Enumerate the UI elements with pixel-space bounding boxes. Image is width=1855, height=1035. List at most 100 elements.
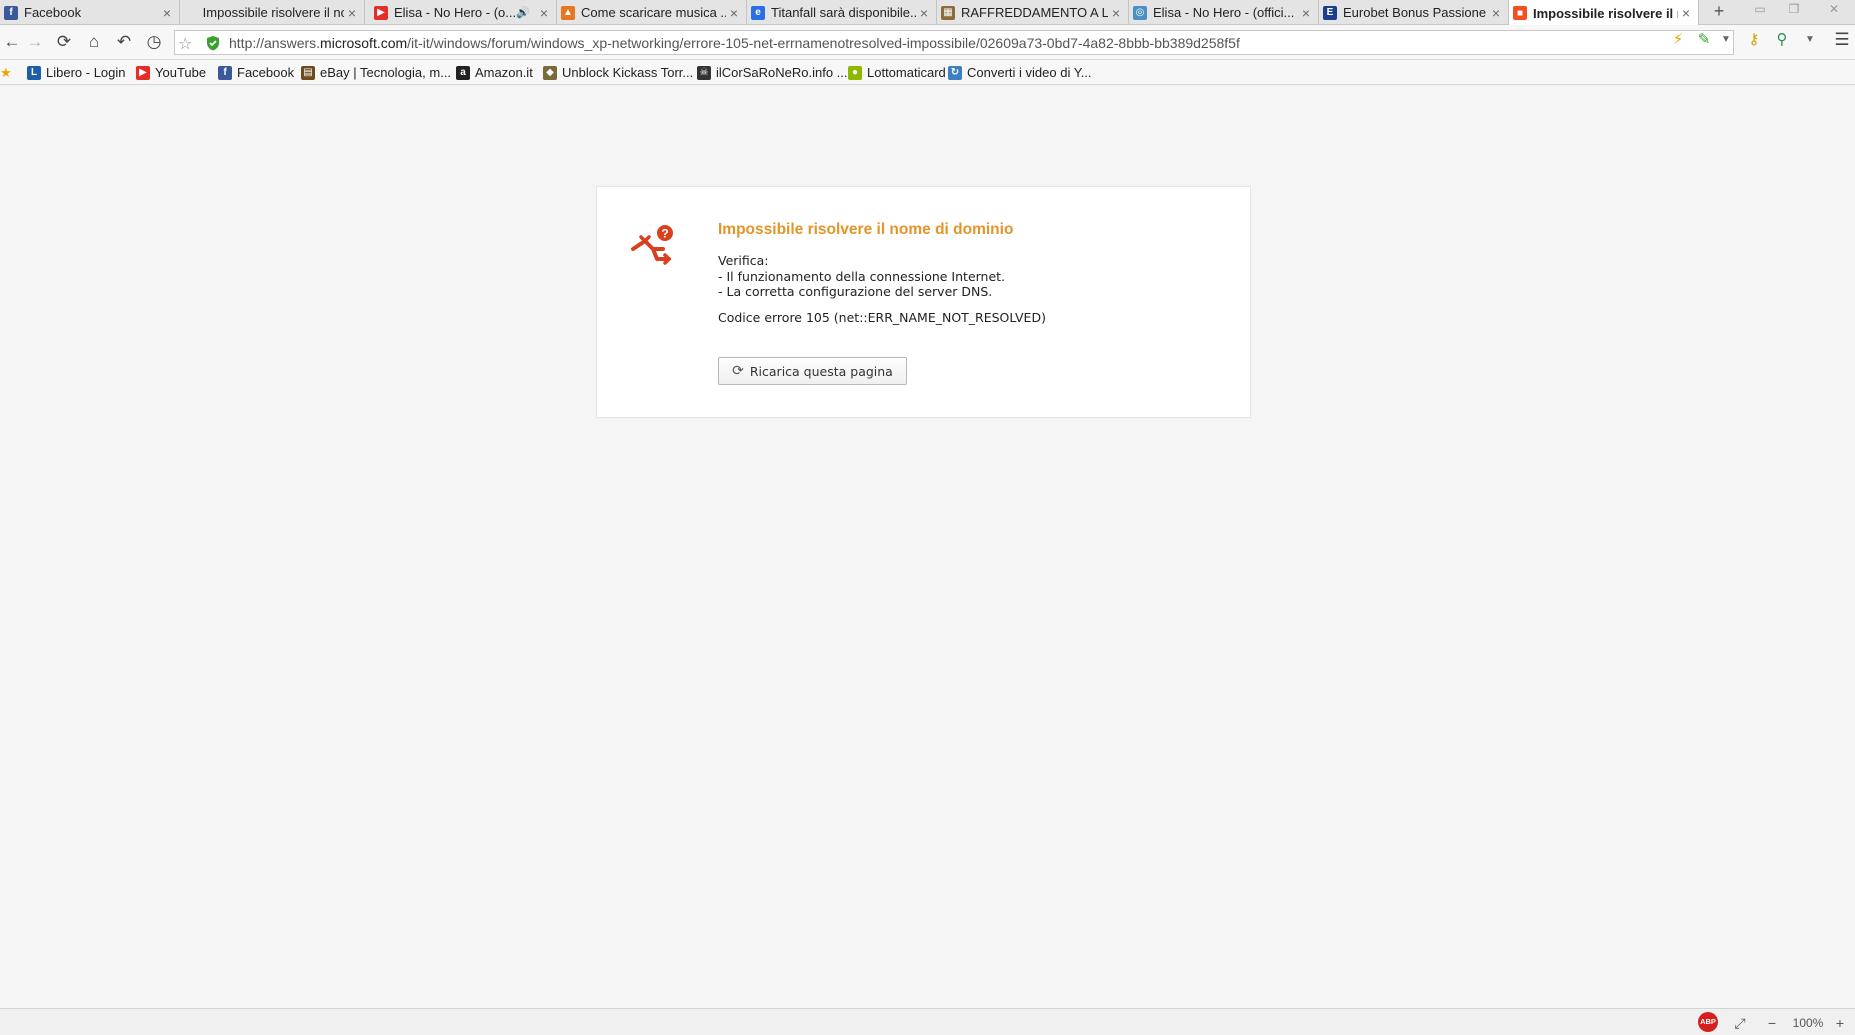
pin-extension-icon[interactable]: ✎ [1694, 30, 1714, 50]
bookmark-4[interactable]: ▤ eBay | Tecnologia, m... [301, 63, 451, 82]
bookmark-1[interactable]: L Libero - Login [27, 63, 126, 82]
menu-icon[interactable]: ☰ [1832, 30, 1852, 50]
close-tab-icon[interactable]: × [1108, 5, 1124, 21]
facebook-icon: f [4, 5, 18, 20]
bookmark-label: Facebook [237, 65, 295, 80]
close-tab-icon[interactable]: × [726, 5, 742, 21]
fullscreen-icon[interactable]: ⤢ [1730, 1014, 1750, 1032]
search-extension-icon[interactable]: ⚲ [1772, 30, 1792, 50]
bookmarks-star-icon[interactable]: ★ [0, 63, 12, 82]
tab-label: Come scaricare musica ... [581, 5, 726, 20]
close-tab-icon[interactable]: × [1488, 5, 1504, 21]
ebay-icon: ▤ [301, 65, 315, 80]
tab-2[interactable]: Impossibile risolvere il no... × [180, 0, 365, 25]
adblock-plus-icon[interactable]: ABP [1698, 1012, 1718, 1032]
globe-icon: e [751, 5, 765, 20]
tab-7[interactable]: ◎ Elisa - No Hero - (offici... × [1129, 0, 1319, 25]
bookmark-label: Unblock Kickass Torr... [562, 65, 694, 80]
skull-icon: ☠ [697, 65, 711, 80]
bookmark-5[interactable]: a Amazon.it [456, 63, 533, 82]
close-tab-icon[interactable]: × [536, 5, 552, 21]
bookmark-label: Lottomaticard [867, 65, 946, 80]
reload-page-label: Ricarica questa pagina [749, 363, 893, 379]
back-button[interactable]: ← [0, 31, 24, 53]
tab-9[interactable]: ■ Impossibile risolvere il n...× [1509, 0, 1699, 26]
extension-dropdown-icon[interactable]: ▼ [1716, 30, 1736, 50]
bookmark-star-icon[interactable]: ☆ [178, 34, 192, 54]
close-window-button[interactable]: ✕ [1822, 0, 1846, 20]
error-code: Codice errore 105 (net::ERR_NAME_NOT_RES… [718, 310, 1046, 325]
zoom-out-button[interactable]: − [1762, 1014, 1782, 1032]
address-bar[interactable]: http://answers.microsoft.com/it-it/windo… [174, 30, 1734, 55]
close-tab-icon[interactable]: × [1678, 5, 1694, 21]
key-extension-icon[interactable]: ⚷ [1744, 30, 1764, 50]
convert-icon: ↻ [948, 65, 962, 80]
reload-button[interactable]: ⟳ [52, 31, 76, 53]
web-icon: ◎ [1133, 5, 1147, 20]
browser-toolbar: ← → ⟳ ⌂ ↶ ◷ http://answers.microsoft.com… [0, 25, 1855, 60]
bookmark-9[interactable]: ↻ Converti i video di Y... [948, 63, 1092, 82]
url-text: http://answers.microsoft.com/it-it/windo… [229, 34, 1240, 51]
bookmark-label: Converti i video di Y... [967, 65, 1092, 80]
eurobet-icon: E [1323, 5, 1337, 20]
youtube-icon: ▶ [374, 5, 388, 20]
tab-1[interactable]: f Facebook × [0, 0, 180, 25]
bookmark-3[interactable]: f Facebook [218, 63, 294, 82]
libero-icon: L [27, 65, 41, 80]
secure-shield-icon [207, 35, 219, 50]
overflow-dropdown-icon[interactable]: ▼ [1800, 30, 1820, 50]
forward-button[interactable]: → [23, 31, 47, 53]
tab-label: Impossibile risolvere il no... [202, 5, 344, 20]
tab-4[interactable]: ▲ Come scaricare musica ... × [557, 0, 747, 25]
error-suggestions: Verifica: - Il funzionamento della conne… [718, 253, 1005, 300]
close-tab-icon[interactable]: × [1298, 5, 1314, 21]
forum-icon: ▦ [941, 5, 955, 20]
facebook-icon: f [218, 65, 232, 80]
bookmark-8[interactable]: ● Lottomaticard [848, 63, 946, 82]
speaker-icon[interactable]: 🔊 [516, 6, 530, 19]
restore-button[interactable]: ❐ [1782, 0, 1806, 20]
zoom-in-button[interactable]: + [1830, 1014, 1850, 1032]
bookmark-2[interactable]: ▶ YouTube [136, 63, 206, 82]
network-error-icon: ? [631, 225, 673, 265]
tab-8[interactable]: E Eurobet Bonus Passione × [1319, 0, 1509, 25]
svg-text:?: ? [661, 227, 668, 241]
warning-triangle-icon: ▲ [561, 5, 575, 20]
bookmark-7[interactable]: ☠ ilCorSaRoNeRo.info ... [697, 63, 848, 82]
close-tab-icon[interactable]: × [159, 5, 175, 21]
minimize-button[interactable]: ▭ [1748, 0, 1772, 20]
bookmark-6[interactable]: ◆ Unblock Kickass Torr... [543, 63, 693, 82]
close-tab-icon[interactable]: × [916, 5, 932, 21]
status-bar: ABP ⤢ − 100% + [0, 1008, 1855, 1035]
amazon-icon: a [456, 65, 470, 80]
tab-label: Elisa - No Hero - (o... [394, 5, 517, 20]
bookmark-label: YouTube [155, 65, 207, 80]
bookmark-label: ilCorSaRoNeRo.info ... [716, 65, 848, 80]
suggestion-dns: - La corretta configurazione del server … [718, 284, 993, 299]
error-card: ? Impossibile risolvere il nome di domin… [596, 186, 1251, 418]
tab-5[interactable]: e Titanfall sarà disponibile... × [747, 0, 937, 25]
history-button[interactable]: ◷ [142, 31, 166, 53]
shield-icon: ◆ [543, 65, 557, 80]
reload-page-button[interactable]: ⟳ Ricarica questa pagina [718, 357, 907, 385]
tab-3[interactable]: ▶ Elisa - No Hero - (o... 🔊 × [370, 0, 557, 25]
new-tab-button[interactable]: + [1706, 0, 1732, 25]
lottomatica-icon: ● [848, 65, 862, 80]
tab-label: Impossibile risolvere il n... [1533, 5, 1678, 21]
error-title: Impossibile risolvere il nome di dominio [718, 221, 1014, 238]
lightning-extension-icon[interactable]: ⚡ [1668, 30, 1688, 50]
tab-label: Elisa - No Hero - (offici... [1153, 5, 1295, 20]
verifica-label: Verifica: [718, 253, 769, 268]
bookmarks-bar: ★ L Libero - Login ▶ YouTube f Facebook ▤ eBay … [0, 60, 1855, 85]
microsoft-icon: ■ [1513, 6, 1527, 20]
bookmark-label: eBay | Tecnologia, m... [320, 65, 452, 80]
tab-label: RAFFREDDAMENTO A LI... [961, 5, 1108, 20]
bookmark-label: Libero - Login [46, 65, 126, 80]
home-button[interactable]: ⌂ [82, 31, 106, 53]
tab-label: Titanfall sarà disponibile... [771, 5, 916, 20]
suggestion-connection: - Il funzionamento della connessione Int… [718, 268, 1006, 284]
tab-6[interactable]: ▦ RAFFREDDAMENTO A LI... × [937, 0, 1129, 25]
undo-close-tab-button[interactable]: ↶ [112, 31, 136, 53]
tab-label: Facebook [24, 5, 82, 20]
close-tab-icon[interactable]: × [344, 5, 360, 21]
